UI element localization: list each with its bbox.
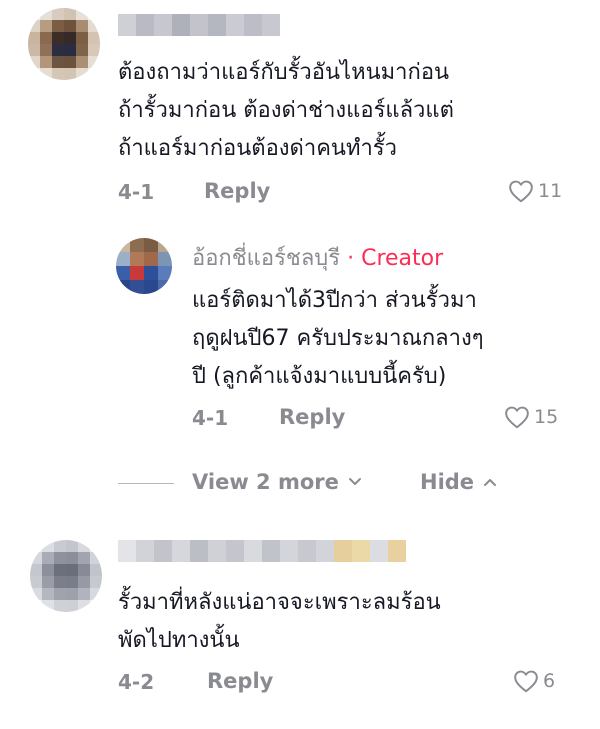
avatar[interactable]	[28, 8, 100, 80]
creator-name[interactable]: อ้อกชี่แอร์ชลบุรี	[192, 246, 340, 271]
avatar[interactable]	[30, 540, 102, 612]
comment-text: ต้องถามว่าแอร์กับรั้วอันไหนมาก่อน ถ้ารั้…	[118, 54, 454, 168]
comment-text: แอร์ติดมาได้3ปีกว่า ส่วนรั้วมา ฤดูฝนปี67…	[192, 282, 484, 396]
comment-date: 4-2	[118, 670, 155, 694]
comment-line: ถ้ารั้วมาก่อน ต้องด่าช่างแอร์แล้วแต่	[118, 98, 454, 123]
comment-line: ปี (ลูกค้าแจ้งมาแบบนี้ครับ)	[192, 364, 447, 389]
like-button[interactable]: 11	[508, 179, 562, 203]
comment-text: รั้วมาที่หลังแน่อาจจะเพราะลมร้อน พัดไปทา…	[118, 584, 441, 660]
heart-icon	[514, 670, 538, 693]
like-count: 11	[538, 180, 563, 202]
hide-button[interactable]: Hide	[420, 470, 498, 494]
reply-button[interactable]: Reply	[279, 405, 345, 429]
view-more-button[interactable]: View 2 more	[192, 470, 363, 494]
like-count: 6	[543, 670, 556, 692]
comment-line: รั้วมาที่หลังแน่อาจจะเพราะลมร้อน	[118, 590, 441, 615]
like-button[interactable]: 6	[513, 669, 555, 693]
username-blurred[interactable]	[118, 14, 280, 36]
chevron-down-icon	[348, 478, 361, 485]
comment-line: พัดไปทางนั้น	[118, 628, 240, 653]
creator-avatar[interactable]	[116, 238, 172, 294]
reply-button[interactable]: Reply	[207, 669, 273, 693]
comment-line: ฤดูฝนปี67 ครับประมาณกลางๆ	[192, 326, 484, 351]
view-more-label: View 2 more	[192, 470, 339, 494]
comment-line: ต้องถามว่าแอร์กับรั้วอันไหนมาก่อน	[118, 60, 450, 85]
reply-button[interactable]: Reply	[204, 179, 270, 203]
comment-date: 4-1	[192, 406, 229, 430]
hide-label: Hide	[420, 470, 475, 494]
creator-header: อ้อกชี่แอร์ชลบุรี · Creator	[192, 240, 443, 275]
comment-line: ถ้าแอร์มาก่อนต้องด่าคนทำรั้ว	[118, 136, 397, 161]
comment-date: 4-1	[118, 180, 155, 204]
like-count: 15	[534, 406, 559, 428]
heart-icon	[509, 180, 533, 203]
heart-icon	[505, 406, 529, 429]
thread-divider	[118, 483, 174, 484]
chevron-up-icon	[484, 479, 497, 486]
creator-badge: · Creator	[347, 246, 444, 271]
like-button[interactable]: 15	[504, 405, 558, 429]
username-blurred[interactable]	[118, 540, 406, 562]
comment-line: แอร์ติดมาได้3ปีกว่า ส่วนรั้วมา	[192, 288, 477, 313]
